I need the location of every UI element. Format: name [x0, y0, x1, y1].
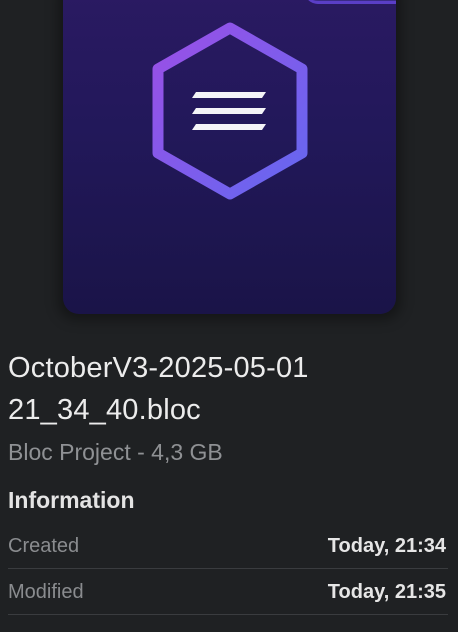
- file-name: OctoberV3-2025-05-01 21_34_40.bloc: [8, 347, 448, 431]
- file-name-line-2: 21_34_40.bloc: [8, 394, 201, 426]
- info-label-created: Created: [8, 534, 80, 557]
- info-value-modified: Today, 21:35: [327, 580, 446, 603]
- file-kind-size: Bloc Project - 4,3 GB: [8, 439, 223, 465]
- info-value-created: Today, 21:34: [327, 534, 446, 557]
- menu-lines-icon: [192, 92, 266, 130]
- bloc-hexagon-icon: [146, 20, 314, 202]
- file-name-line-1: OctoberV3-2025-05-01: [8, 352, 309, 384]
- info-row-created: Created Today, 21:34: [8, 524, 448, 568]
- divider: [8, 568, 448, 569]
- info-label-modified: Modified: [8, 580, 84, 603]
- document-fold: [304, 0, 396, 4]
- divider: [8, 614, 448, 615]
- file-preview: [0, 0, 458, 330]
- information-section-title: Information: [8, 487, 135, 513]
- info-row-modified: Modified Today, 21:35: [8, 570, 448, 614]
